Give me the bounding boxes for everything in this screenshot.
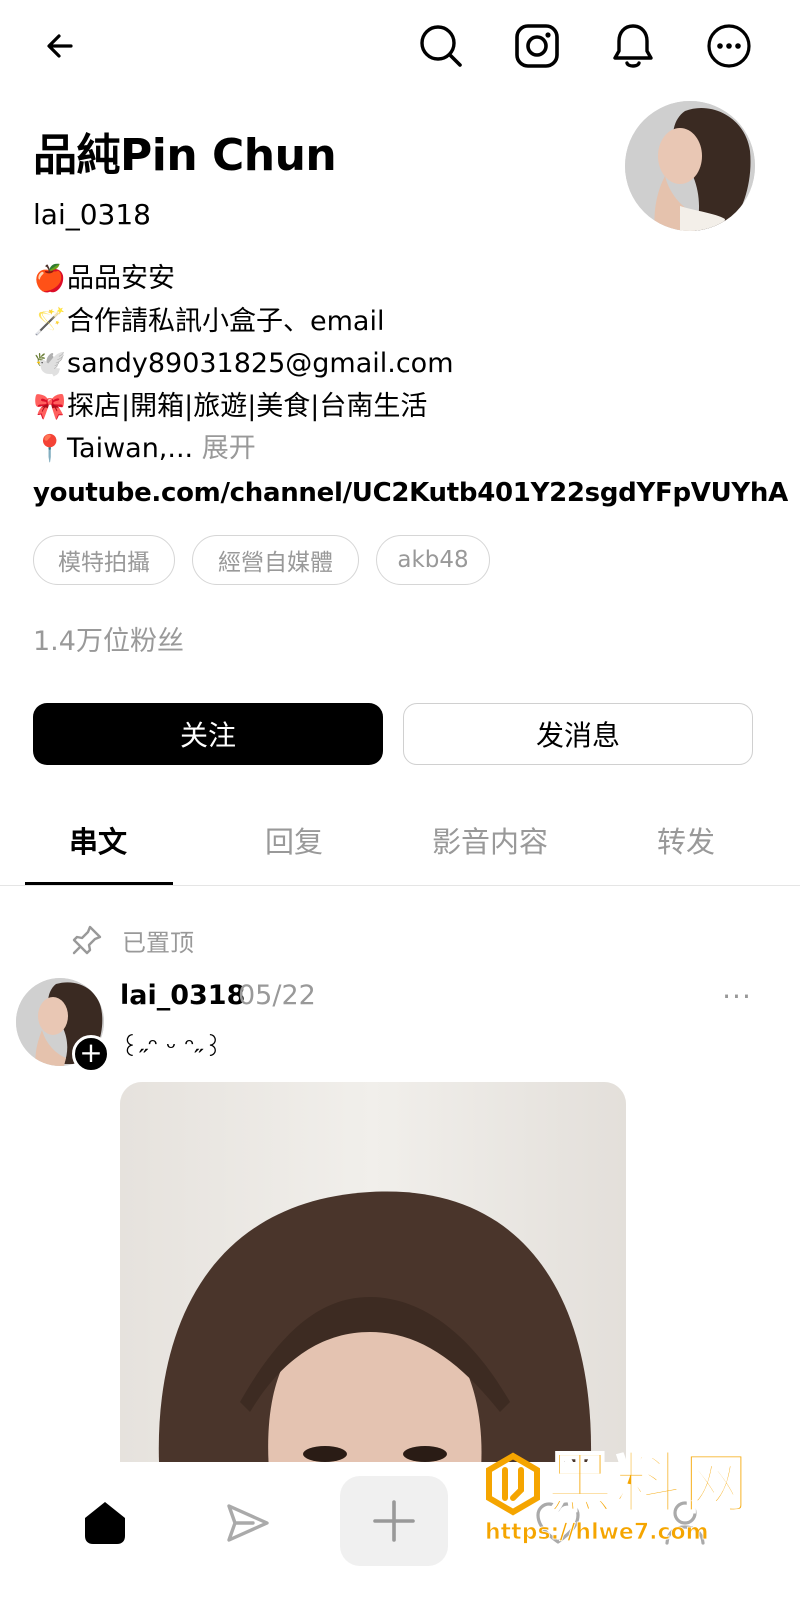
pin-emoji: 📍: [33, 434, 67, 465]
bio-text: 合作請私訊小盒子、email: [67, 305, 385, 337]
instagram-icon: [515, 24, 559, 68]
tab-reposts[interactable]: 转发: [588, 815, 784, 865]
tab-media[interactable]: 影音内容: [392, 815, 588, 865]
dove-emoji: 🕊️: [33, 349, 67, 380]
magic-wand-emoji: 🪄: [33, 306, 67, 337]
bio-line: 📍 Taiwan,... 展开: [33, 428, 773, 471]
profile-photo: [625, 101, 755, 231]
bio-line: 🕊️ sandy89031825@gmail.com: [33, 343, 773, 386]
watermark: 黑料网 https://hlwe7.com: [483, 1444, 783, 1560]
tag-chip[interactable]: 模特拍攝: [33, 535, 175, 585]
message-button[interactable]: 发消息: [403, 703, 753, 765]
pin-icon: [72, 925, 102, 955]
tag-chip[interactable]: akb48: [376, 535, 490, 585]
profile-link[interactable]: youtube.com/channel/UC2Kutb401Y22sgdYFpV…: [33, 475, 788, 511]
post-text: ꒰˶ᵔ ᵕ ᵔ˶꒱: [120, 1033, 223, 1062]
nav-home[interactable]: [50, 1478, 160, 1568]
bio-line: 🪄 合作請私訊小盒子、email: [33, 301, 773, 344]
apple-emoji: 🍎: [33, 264, 67, 294]
search-button[interactable]: [413, 18, 469, 74]
more-circle-icon: [707, 24, 751, 68]
arrow-left-icon: [47, 34, 73, 58]
follow-button[interactable]: 关注: [33, 703, 383, 765]
nav-direct[interactable]: [193, 1478, 303, 1568]
search-icon: [420, 25, 462, 67]
more-button[interactable]: [701, 18, 757, 74]
pinned-indicator: 已置顶: [70, 920, 194, 960]
profile-bio: 🍎 品品安安 🪄 合作請私訊小盒子、email 🕊️ sandy89031825@gm…: [33, 258, 773, 471]
pinned-label: 已置顶: [122, 928, 194, 957]
bio-line: 🎀 探店|開箱|旅遊|美食|台南生活: [33, 386, 773, 429]
nav-create[interactable]: [340, 1476, 448, 1566]
notifications-button[interactable]: [605, 18, 661, 74]
back-button[interactable]: [33, 18, 89, 74]
follow-plus-badge[interactable]: +: [72, 1035, 110, 1073]
instagram-button[interactable]: [509, 18, 565, 74]
profile-handle: lai_0318: [33, 198, 151, 231]
home-icon: [85, 1502, 125, 1544]
bio-text: Taiwan,...: [67, 433, 194, 465]
bio-line: 🍎 品品安安: [33, 258, 773, 301]
send-icon: [227, 1504, 269, 1542]
post-date: 05/22: [238, 980, 316, 1011]
post-more-icon[interactable]: ···: [712, 978, 762, 1014]
post-photo: [120, 1082, 626, 1482]
watermark-brand: 黑料网: [546, 1444, 751, 1523]
bio-email: sandy89031825@gmail.com: [67, 348, 454, 380]
tab-replies[interactable]: 回复: [196, 815, 392, 865]
post-username[interactable]: lai_0318: [120, 978, 245, 1014]
bio-text: 品品安安: [67, 263, 175, 294]
tabs-divider: [0, 885, 800, 886]
watermark-logo-icon: [486, 1452, 540, 1516]
ribbon-emoji: 🎀: [33, 391, 67, 422]
expand-bio-link[interactable]: 展开: [202, 428, 256, 471]
followers-count[interactable]: 1.4万位粉丝: [33, 624, 184, 660]
tab-threads[interactable]: 串文: [0, 815, 196, 865]
watermark-url: https://hlwe7.com: [485, 1520, 709, 1546]
post-image[interactable]: [120, 1082, 626, 1482]
active-tab-indicator: [25, 882, 173, 885]
bell-icon: [613, 24, 653, 68]
profile-avatar[interactable]: [625, 101, 755, 231]
plus-icon: [373, 1500, 415, 1542]
tag-chip[interactable]: 經營自媒體: [192, 535, 359, 585]
bio-text: 探店|開箱|旅遊|美食|台南生活: [67, 390, 428, 422]
profile-name: 品純Pin Chun: [33, 130, 337, 181]
